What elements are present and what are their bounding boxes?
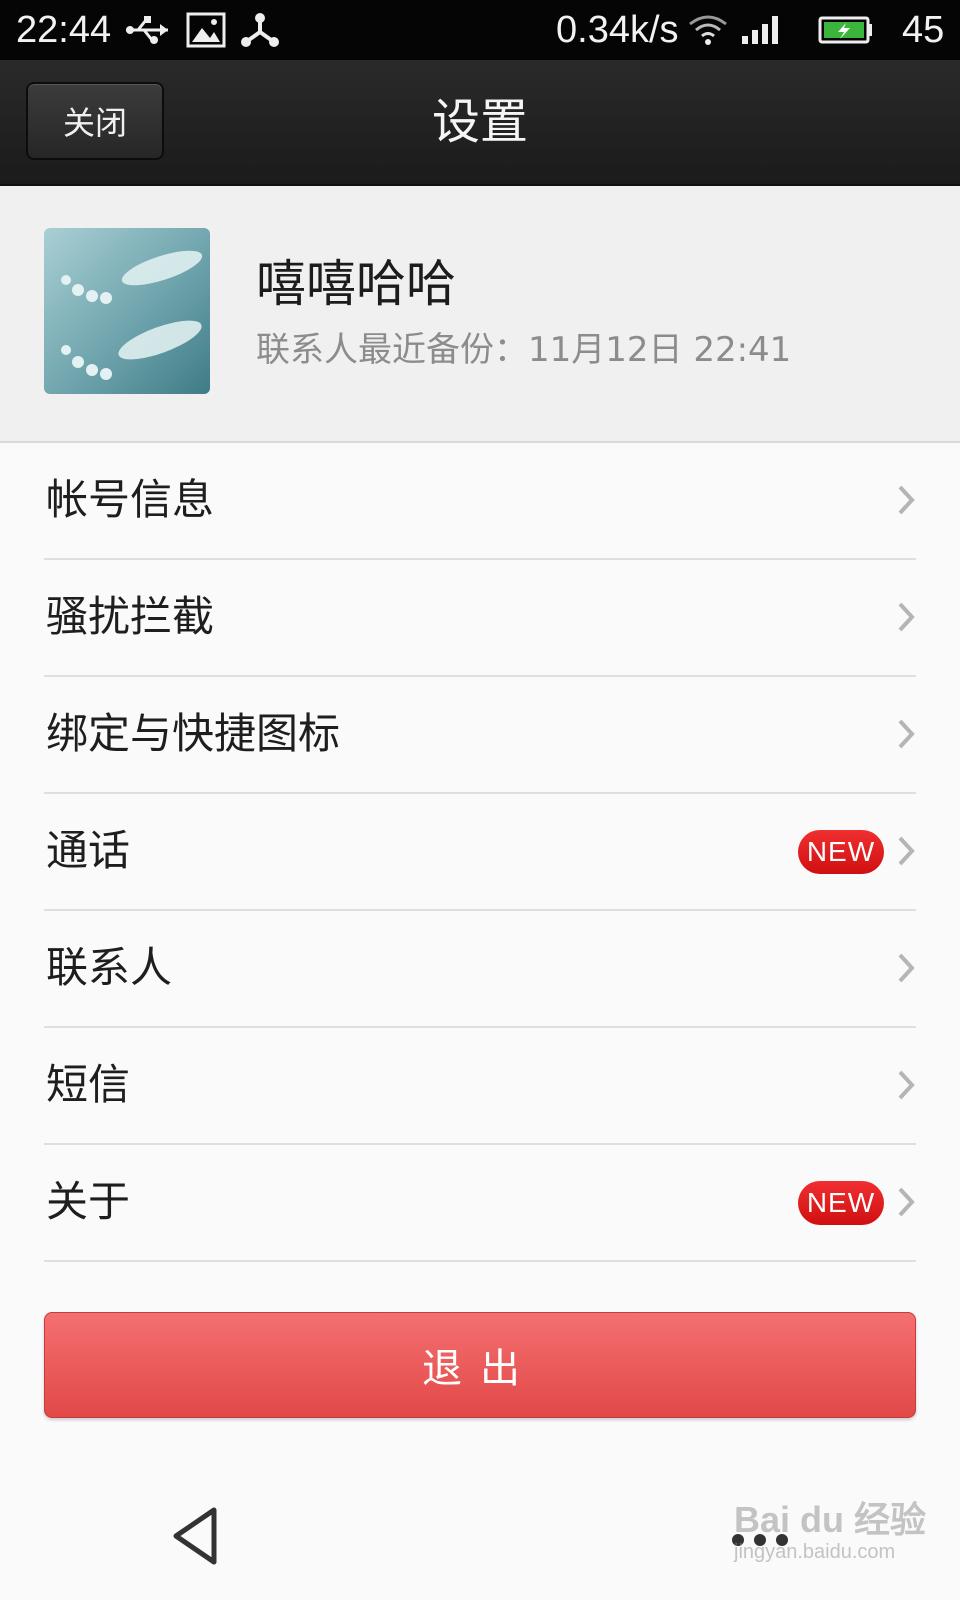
watermark-sub: jingyan.baidu.com [734, 1541, 896, 1563]
battery-icon [818, 12, 874, 52]
battery-percent: 45 [902, 9, 945, 51]
new-badge: NEW [798, 1181, 884, 1225]
menu-item-about[interactable]: 关于 NEW [44, 1145, 916, 1262]
signal-icon [740, 12, 784, 52]
chevron-right-icon [896, 600, 916, 638]
chevron-right-icon [896, 1185, 916, 1223]
usb-icon [124, 12, 172, 52]
menu-item-label: 骚扰拦截 [46, 592, 215, 641]
status-bar: 22:44 0.34k/s 45 [0, 0, 960, 60]
new-badge: NEW [798, 830, 884, 874]
share-icon [240, 12, 280, 52]
menu-item-label: 通话 [46, 826, 131, 875]
menu-item-label: 联系人 [46, 943, 173, 992]
page-title: 设置 [431, 94, 528, 150]
menu-item-label: 关于 [46, 1177, 131, 1226]
back-icon[interactable] [170, 1506, 220, 1570]
profile-card[interactable]: 嘻嘻哈哈 联系人最近备份：11月12日 22:41 [0, 186, 960, 443]
menu-item-contacts[interactable]: 联系人 [44, 911, 916, 1028]
network-speed: 0.34k/s [556, 9, 679, 51]
wifi-icon [688, 12, 728, 52]
system-nav-bar: Bai du 经验 jingyan.baidu.com [0, 1480, 960, 1600]
settings-menu: 帐号信息 骚扰拦截 绑定与快捷图标 通话 NEW 联系人 短信 关于 NEW [0, 443, 960, 1262]
chevron-right-icon [896, 717, 916, 755]
chevron-right-icon [896, 1068, 916, 1106]
chevron-right-icon [896, 834, 916, 872]
chevron-right-icon [896, 483, 916, 521]
watermark: Bai du 经验 jingyan.baidu.com [734, 1500, 934, 1564]
chevron-right-icon [896, 951, 916, 989]
status-time: 22:44 [16, 9, 112, 51]
image-icon [186, 12, 226, 52]
logout-button[interactable]: 退出 [44, 1312, 916, 1418]
menu-item-sms[interactable]: 短信 [44, 1028, 916, 1145]
menu-item-binding-shortcuts[interactable]: 绑定与快捷图标 [44, 677, 916, 794]
avatar [44, 228, 210, 394]
profile-name: 嘻嘻哈哈 [256, 255, 456, 313]
watermark-main: Bai du 经验 [734, 1499, 927, 1540]
menu-item-account-info[interactable]: 帐号信息 [44, 443, 916, 560]
menu-item-label: 短信 [46, 1060, 131, 1109]
menu-item-harassment-block[interactable]: 骚扰拦截 [44, 560, 916, 677]
backup-status: 联系人最近备份：11月12日 22:41 [256, 330, 792, 370]
menu-item-label: 绑定与快捷图标 [46, 709, 341, 758]
menu-item-label: 帐号信息 [46, 475, 215, 524]
menu-item-calls[interactable]: 通话 NEW [44, 794, 916, 911]
title-bar: 关闭 设置 [0, 60, 960, 186]
